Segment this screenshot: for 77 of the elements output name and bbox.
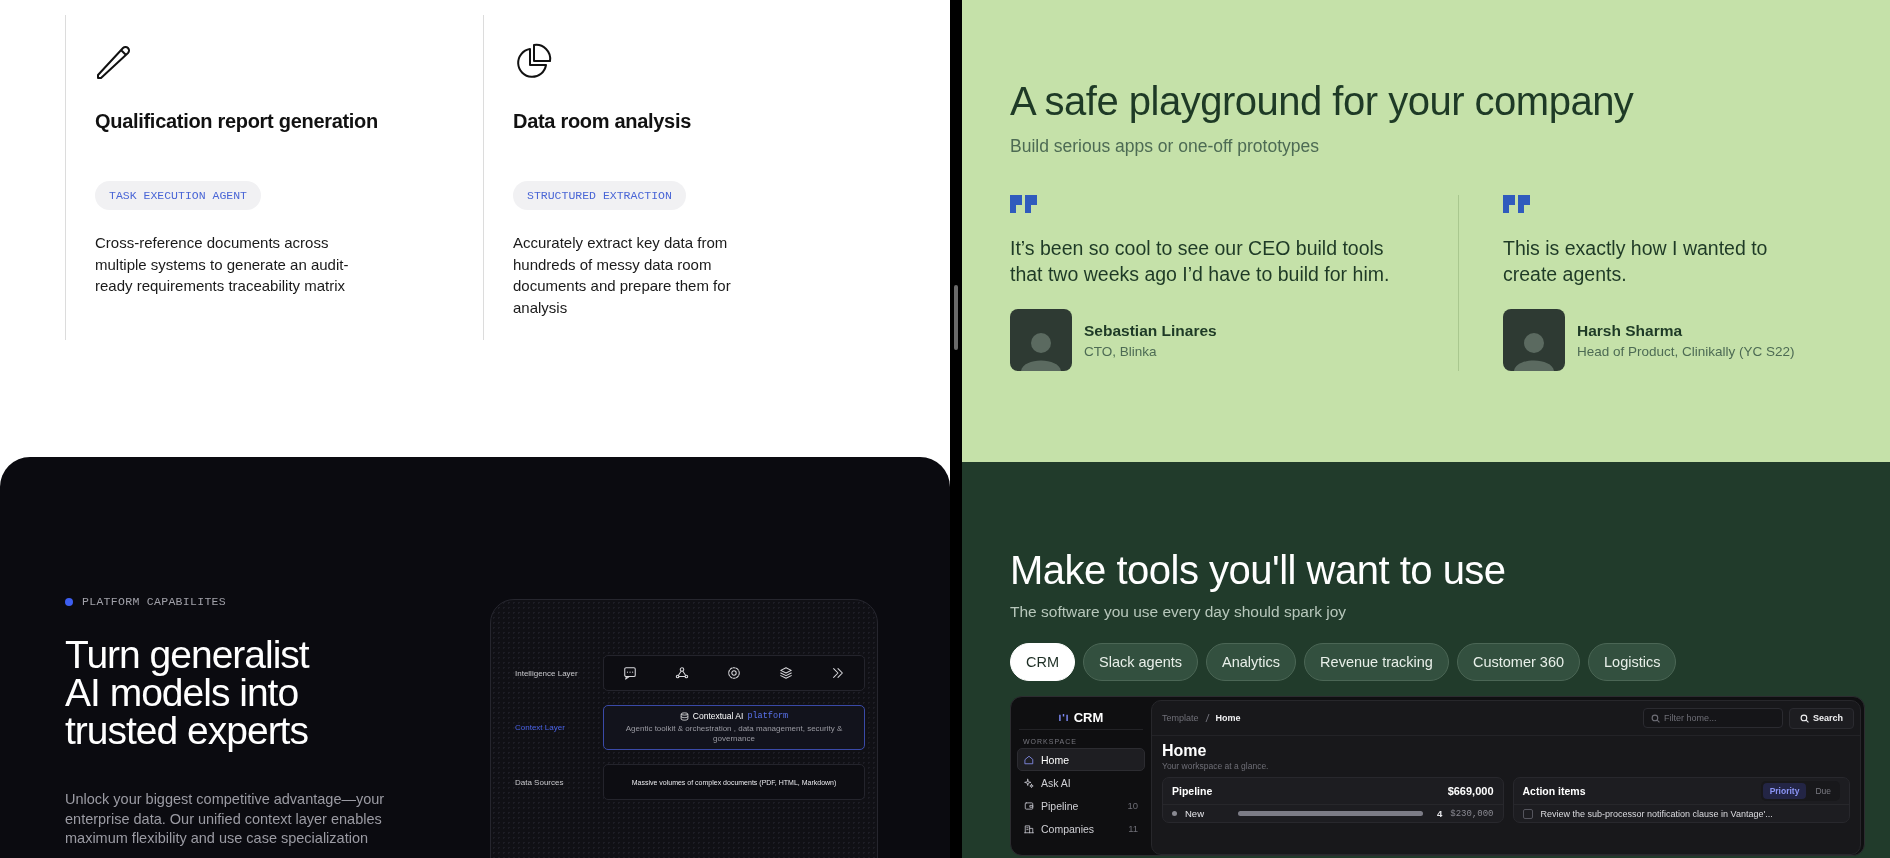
testimonial-quote: It’s been so cool to see our CEO build tools that two weeks ago I’d have to build for him. — [1010, 236, 1391, 287]
sidebar-item-label: Companies — [1041, 822, 1095, 835]
category-tab[interactable]: Analytics — [1206, 643, 1297, 681]
breadcrumb-link[interactable]: Template — [1162, 713, 1199, 723]
section-subheading: Build serious apps or one-off prototypes — [1010, 136, 1321, 157]
chat-bubble-icon — [623, 666, 637, 680]
sidebar-item[interactable]: Companies 11 — [1017, 817, 1145, 840]
category-tab[interactable]: Revenue tracking — [1304, 643, 1449, 681]
sidebar-item[interactable]: Pipeline 10 — [1017, 794, 1145, 817]
feature-title: Data room analysis — [513, 110, 692, 133]
card-title: Pipeline — [1172, 785, 1213, 797]
filter-field[interactable]: Filter home... — [1642, 708, 1783, 728]
layers-icon — [779, 666, 793, 680]
home-icon — [1024, 754, 1034, 765]
person-name: Harsh Sharma — [1577, 321, 1684, 340]
section-heading: Make tools you'll want to use — [1010, 547, 1507, 593]
sidebar-item[interactable]: Ask AI — [1017, 771, 1145, 794]
person-name: Sebastian Linares — [1084, 321, 1217, 340]
section-subheading: The software you use every day should spark joy — [1010, 603, 1347, 621]
person-role: CTO, Blinka — [1084, 343, 1158, 359]
feature-description: Cross-reference documents across multiple systems to generate an audit-ready requirements traceability matrix — [95, 233, 350, 296]
stage-count: 4 — [1437, 808, 1443, 819]
sort-toggle[interactable]: Priority — [1762, 783, 1807, 799]
bullet-dot — [65, 597, 73, 606]
category-tab[interactable]: Customer 360 — [1456, 643, 1580, 681]
slash-icon — [1204, 713, 1210, 723]
pipeline-total: $669,000 — [1447, 785, 1494, 797]
stage-label: New — [1185, 808, 1205, 819]
section-eyebrow: PLATFORM CAPABILITES — [82, 595, 227, 608]
sparkle-icon — [1024, 777, 1034, 788]
platform-label: platform — [747, 711, 789, 721]
scrollbar-thumb[interactable] — [954, 285, 958, 350]
app-name: CRM — [1073, 709, 1104, 725]
person-role: Head of Product, Clinikally (YC S22) — [1577, 343, 1795, 359]
quote-mark-icon — [1503, 195, 1533, 213]
search-icon — [1799, 713, 1809, 723]
search-icon — [1650, 714, 1660, 723]
layer-label: Context Layer — [515, 723, 566, 732]
sidebar-item[interactable]: Home — [1017, 748, 1145, 771]
testimonial-quote: This is exactly how I wanted to create agents. — [1503, 236, 1769, 287]
sidebar-item-label: Home — [1041, 753, 1069, 766]
feature-tag: STRUCTURED EXTRACTION — [513, 181, 686, 210]
item-count: 10 — [1127, 800, 1138, 811]
sort-toggle[interactable]: Due — [1808, 783, 1838, 799]
layer-label: Intelligence Layer — [515, 668, 579, 678]
search-button[interactable]: Search — [1788, 707, 1854, 729]
checkbox[interactable] — [1522, 808, 1533, 819]
quote-mark-icon — [1010, 195, 1040, 213]
gear-icon — [727, 666, 741, 680]
section-heading: A safe playground for your company — [1010, 78, 1635, 124]
item-count: 11 — [1128, 823, 1138, 834]
platform-name: Contextual AI — [692, 711, 744, 721]
stage-dot — [1172, 811, 1177, 816]
database-icon — [679, 711, 689, 721]
page-subtitle: Your workspace at a glance. — [1162, 761, 1270, 771]
nodes-icon — [675, 666, 689, 680]
category-tab[interactable]: CRM — [1010, 643, 1076, 681]
layer-label: Data Sources — [515, 777, 565, 787]
logo-icon — [1058, 712, 1068, 722]
category-tab[interactable]: Slack agents — [1083, 643, 1199, 681]
sidebar-item-label: Pipeline — [1041, 799, 1079, 812]
stage-amount: $230,000 — [1450, 808, 1494, 819]
feature-title: Qualification report generation — [95, 110, 379, 133]
page-title: Home — [1162, 742, 1208, 760]
breadcrumb-link[interactable]: Home — [1215, 713, 1241, 723]
wallet-icon — [1024, 800, 1034, 811]
section-heading: Turn generalist AI models into trusted experts — [65, 636, 311, 750]
category-tab[interactable]: Logistics — [1588, 643, 1677, 681]
card-title: Action items — [1522, 785, 1586, 797]
chevrons-right-icon — [831, 666, 845, 680]
feature-tag: TASK EXECUTION AGENT — [95, 181, 262, 210]
platform-description: Agentic toolkit & orchestration , data management, security & governance — [624, 724, 844, 744]
section-description: Unlock your biggest competitive advantage—your enterprise data. Our unified context layer enables maximum flexibility and use case specialization — [65, 790, 386, 848]
sidebar-item-label: Ask AI — [1041, 776, 1071, 789]
action-item-text: Review the sub-processor notification clause in Vantage'... — [1540, 808, 1773, 819]
building-icon — [1024, 823, 1034, 834]
feature-description: Accurately extract key data from hundreds of messy data room documents and prepare them for analysis — [513, 233, 732, 318]
